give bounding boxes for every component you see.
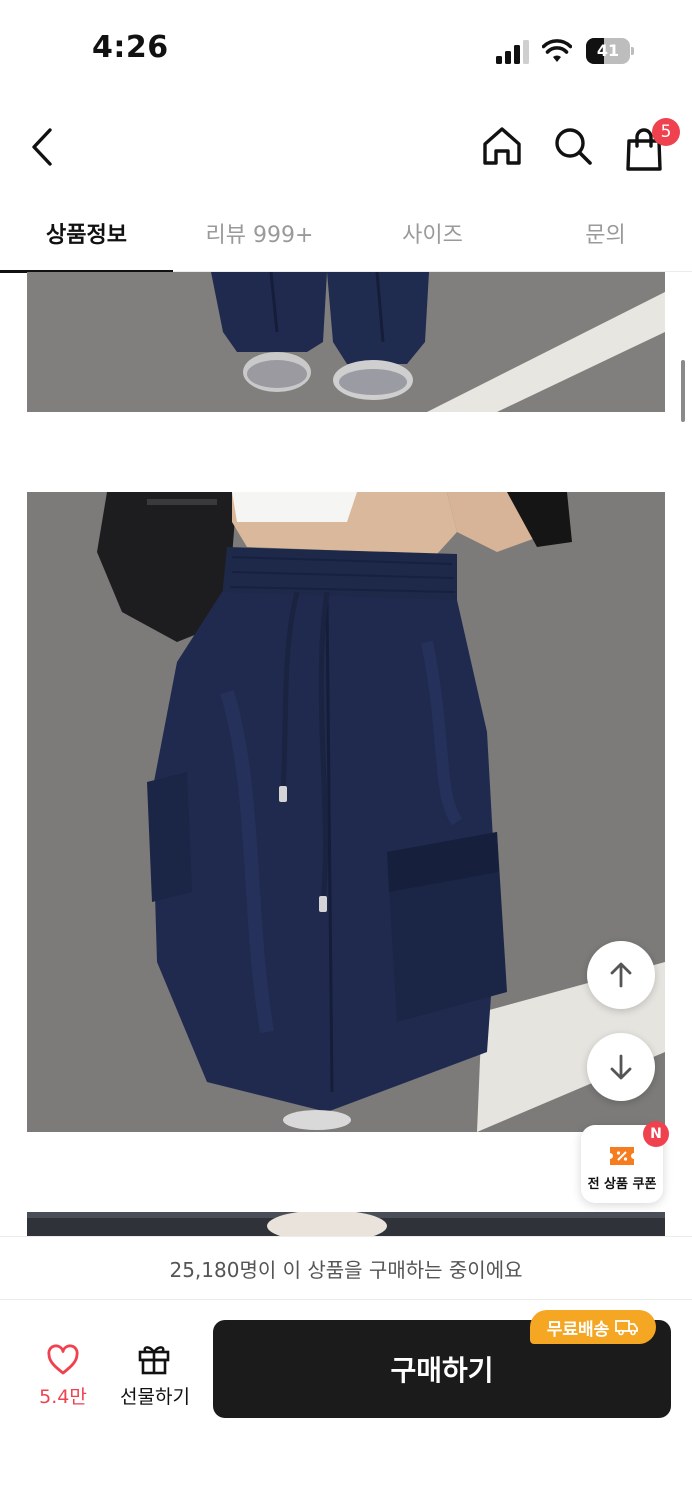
scroll-to-bottom-button[interactable] [587, 1033, 655, 1101]
coupon-label: 전 상품 쿠폰 [587, 1177, 657, 1192]
tab-product-info[interactable]: 상품정보 [0, 194, 173, 273]
scroll-indicator[interactable] [681, 360, 685, 422]
product-image [27, 1212, 665, 1236]
arrow-up-icon [610, 962, 632, 988]
tab-reviews[interactable]: 리뷰 999+ [173, 194, 346, 272]
chevron-left-icon [32, 128, 52, 166]
scroll-to-top-button[interactable] [587, 941, 655, 1009]
truck-icon [615, 1320, 639, 1336]
new-badge: N [643, 1121, 669, 1147]
buyers-count-banner: 25,180명이 이 상품을 구매하는 중이에요 [0, 1236, 692, 1300]
wifi-icon [542, 39, 572, 62]
status-time: 4:26 [92, 30, 169, 65]
tab-size[interactable]: 사이즈 [346, 194, 519, 272]
gift-icon [138, 1346, 170, 1375]
top-nav-bar: 5 [0, 100, 692, 194]
search-icon [555, 128, 592, 165]
product-image [27, 272, 665, 412]
tab-inquiry[interactable]: 문의 [519, 194, 692, 272]
bottom-action-bar: 5.4만 선물하기 구매하기 무료배송 [0, 1300, 692, 1500]
search-button[interactable] [550, 122, 596, 170]
battery-indicator: 41 [586, 38, 634, 64]
battery-level: 41 [596, 41, 620, 60]
like-button[interactable]: 5.4만 [30, 1340, 96, 1412]
free-shipping-label: 무료배송 [546, 1319, 610, 1340]
free-shipping-badge: 무료배송 [530, 1310, 656, 1344]
arrow-down-icon [610, 1054, 632, 1080]
home-icon [483, 127, 521, 165]
status-bar: 4:26 41 [0, 0, 692, 100]
heart-icon [47, 1344, 79, 1375]
back-button[interactable] [22, 122, 66, 172]
cart-count-badge: 5 [652, 118, 680, 146]
like-count: 5.4만 [39, 1386, 87, 1408]
gift-button[interactable]: 선물하기 [112, 1338, 198, 1412]
product-tabs: 상품정보 리뷰 999+ 사이즈 문의 [0, 194, 692, 273]
home-button[interactable] [478, 122, 526, 170]
coupon-icon [610, 1147, 634, 1165]
gift-label: 선물하기 [120, 1386, 190, 1408]
cart-button[interactable]: 5 [620, 118, 680, 174]
cellular-signal-icon [496, 40, 529, 64]
product-image-cargo-pants [27, 492, 665, 1132]
all-products-coupon-button[interactable]: 전 상품 쿠폰 N [581, 1121, 669, 1203]
